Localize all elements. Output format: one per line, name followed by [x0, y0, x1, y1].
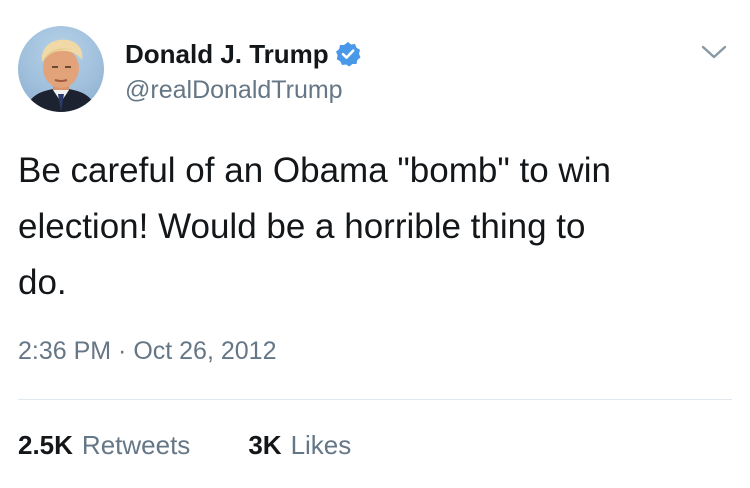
- avatar[interactable]: [18, 26, 104, 112]
- likes-label: Likes: [290, 430, 352, 460]
- retweets-count: 2.5K: [18, 430, 73, 460]
- avatar-image: [26, 39, 96, 112]
- likes-count: 3K: [248, 430, 282, 460]
- retweets-label: Retweets: [81, 430, 191, 460]
- tweet-stats: 2.5K Retweets 3K Likes: [18, 428, 351, 462]
- tweet-text: Be careful of an Obama "bomb" to win ele…: [18, 151, 611, 302]
- divider: [18, 399, 732, 400]
- likes-stat[interactable]: 3K Likes: [248, 428, 351, 462]
- author-handle[interactable]: @realDonaldTrump: [125, 75, 343, 105]
- tweet-card: Donald J. Trump @realDonaldTrump Be care…: [0, 0, 750, 488]
- tweet-timestamp[interactable]: 2:36 PM · Oct 26, 2012: [18, 334, 276, 368]
- display-name-text: Donald J. Trump: [125, 39, 329, 69]
- author-display-name[interactable]: Donald J. Trump: [125, 38, 361, 70]
- verified-badge-icon: [335, 41, 361, 67]
- chevron-down-icon[interactable]: [700, 42, 728, 62]
- retweets-stat[interactable]: 2.5K Retweets: [18, 428, 190, 462]
